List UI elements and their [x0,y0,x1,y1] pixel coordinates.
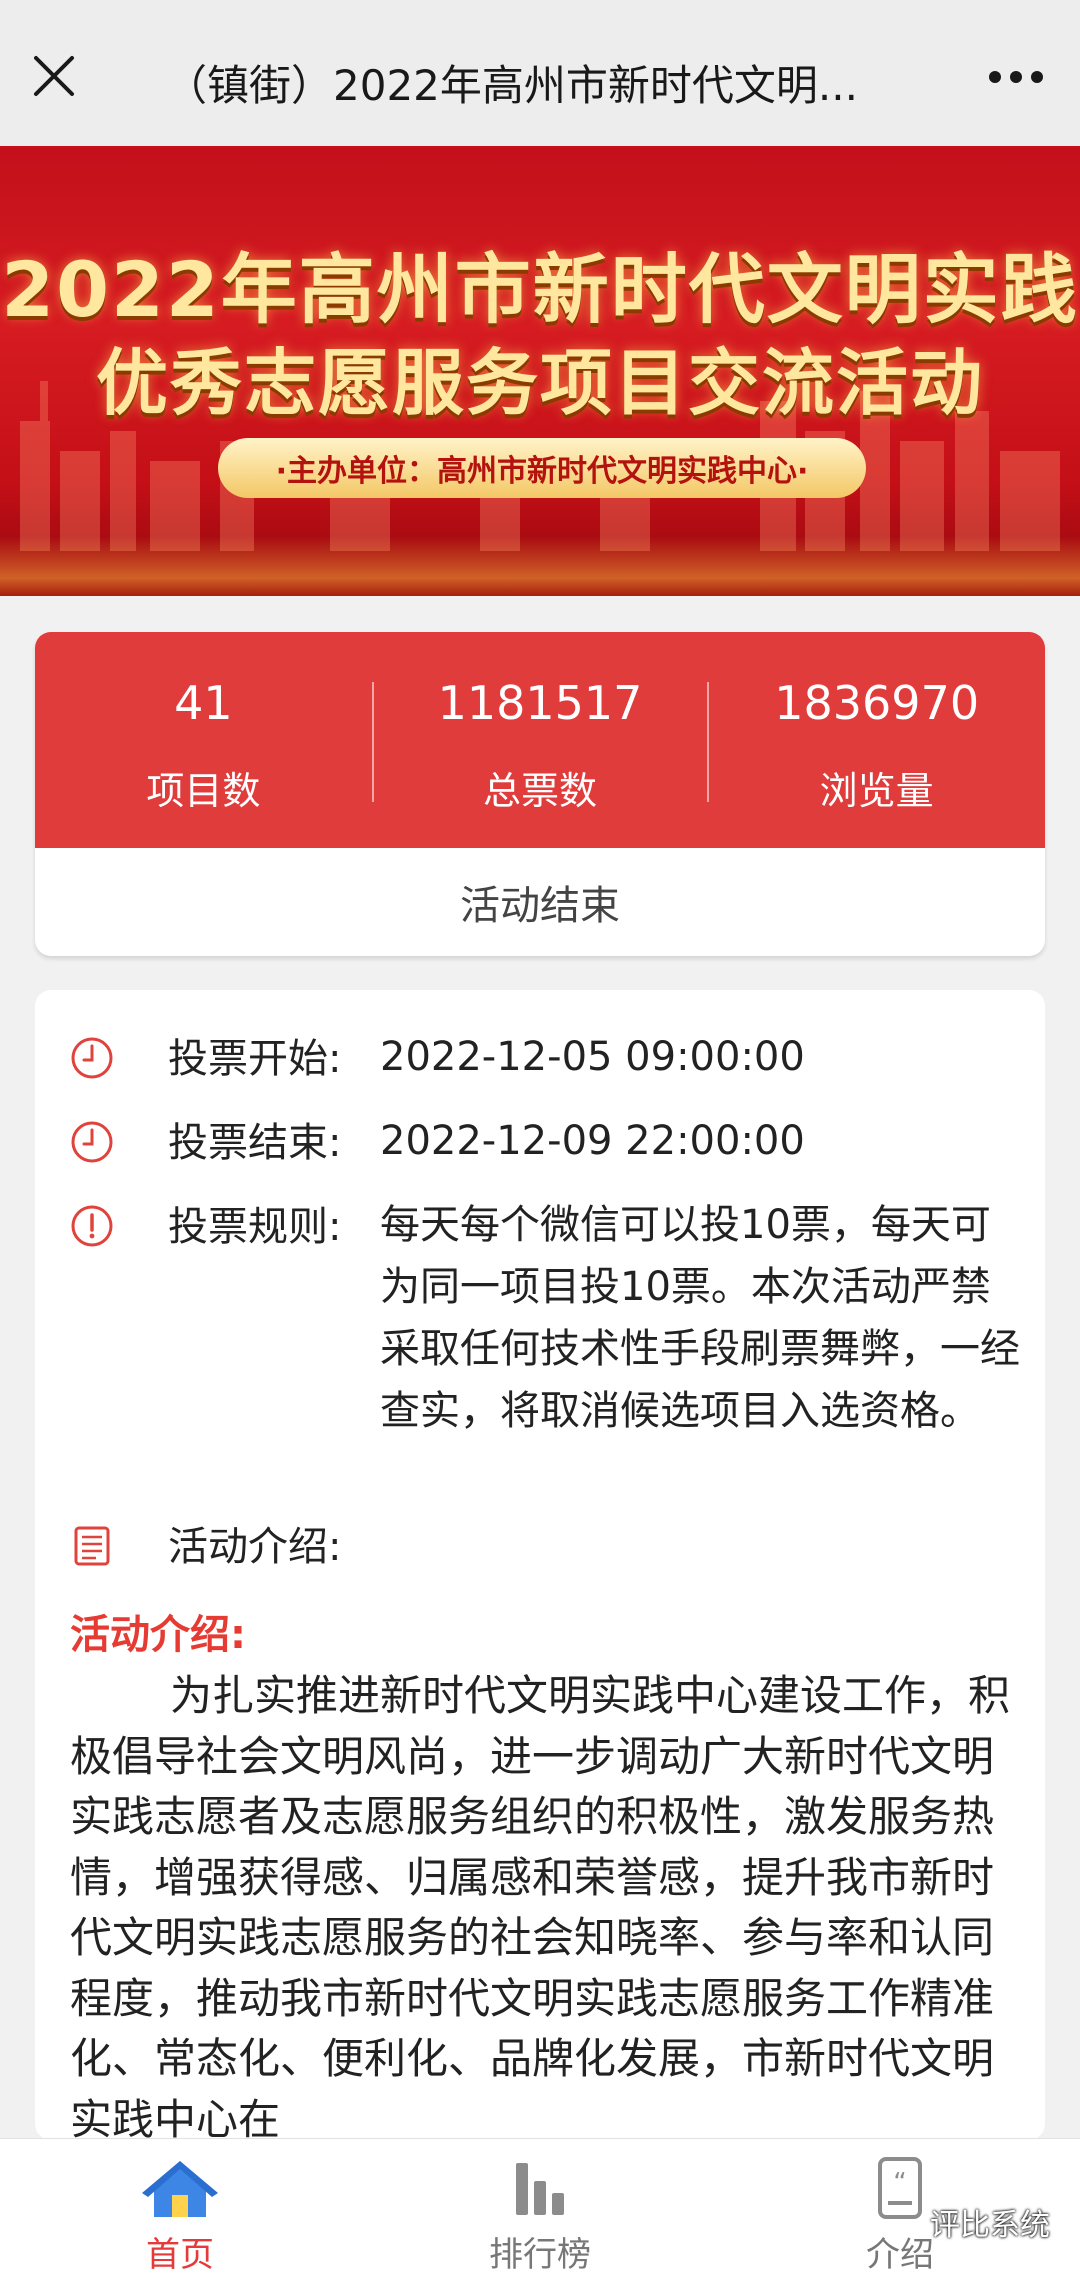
page-title: （镇街）2022年高州市新时代文明... [165,61,858,110]
intro-heading: 活动介绍: [70,1612,246,1658]
intro-row: 活动介绍: [70,1514,1030,1576]
close-icon[interactable] [26,48,82,104]
bottom-tab-bar: 首页 排行榜 “ 介绍 [0,2138,1080,2275]
vote-rules-row: 投票规则: 每天每个微信可以投10票，每天可为同一项目投10票。本次活动严禁采取… [70,1194,1030,1514]
top-nav-bar: （镇街）2022年高州市新时代文明... [0,0,1080,146]
vote-rules-value: 每天每个微信可以投10票，每天可为同一项目投10票。本次活动严禁采取任何技术性手… [380,1202,1020,1434]
stat-project-count: 41 项目数 [35,632,372,848]
stat-label: 项目数 [146,769,261,813]
stat-value: 41 [174,676,233,730]
home-icon [142,2161,218,2217]
stat-value: 1836970 [774,676,980,730]
watermark-text: 评比系统 [930,2208,1050,2243]
tab-label: 首页 [146,2235,214,2275]
stat-page-views: 1836970 浏览量 [708,632,1045,848]
stat-label: 浏览量 [819,769,934,813]
banner-title-line1: 2022年高州市新时代文明实践 [1,245,1079,334]
vote-start-row: 投票开始: 2022-12-05 09:00:00 [70,1026,1030,1088]
banner-glow [0,536,1080,596]
clock-icon [71,1121,113,1163]
stat-total-votes: 1181517 总票数 [372,632,709,848]
activity-info-card: 投票开始: 2022-12-05 09:00:00 投票结束: 2022-12-… [35,990,1045,2144]
svg-text:“: “ [893,2168,906,2198]
vote-start-value: 2022-12-05 09:00:00 [380,1034,805,1080]
banner-title-line2: 优秀志愿服务项目交流活动 [95,341,984,425]
document-icon [74,1526,110,1566]
intro-label: 活动介绍: [168,1524,342,1570]
vote-start-label: 投票开始: [168,1036,342,1082]
vote-end-row: 投票结束: 2022-12-09 22:00:00 [70,1110,1030,1172]
stat-divider [372,682,374,802]
tab-label: 排行榜 [489,2235,591,2275]
stat-divider [707,682,709,802]
tab-home[interactable]: 首页 [0,2139,360,2275]
stats-card: 41 项目数 1181517 总票数 1836970 浏览量 活动结束 [35,632,1045,956]
clock-icon [71,1037,113,1079]
stat-label: 总票数 [483,769,598,813]
activity-status: 活动结束 [460,883,620,929]
bar-chart-icon [516,2163,564,2215]
stat-value: 1181517 [437,676,643,730]
alert-icon [71,1205,113,1247]
stats-panel: 41 项目数 1181517 总票数 1836970 浏览量 [35,632,1045,848]
quote-card-icon: “ [878,2157,922,2219]
vote-end-value: 2022-12-09 22:00:00 [380,1118,805,1164]
event-banner: 2022年高州市新时代文明实践 优秀志愿服务项目交流活动 ·主办单位：高州市新时… [0,146,1080,596]
intro-body-text: 为扎实推进新时代文明实践中心建设工作，积极倡导社会文明风尚，进一步调动广大新时代… [70,1671,1011,2144]
tab-ranking[interactable]: 排行榜 [360,2139,720,2275]
more-options-icon[interactable] [980,52,1052,102]
vote-rules-label: 投票规则: [168,1204,342,1250]
vote-end-label: 投票结束: [168,1120,342,1166]
organizer-badge: ·主办单位：高州市新时代文明实践中心· [218,438,866,498]
